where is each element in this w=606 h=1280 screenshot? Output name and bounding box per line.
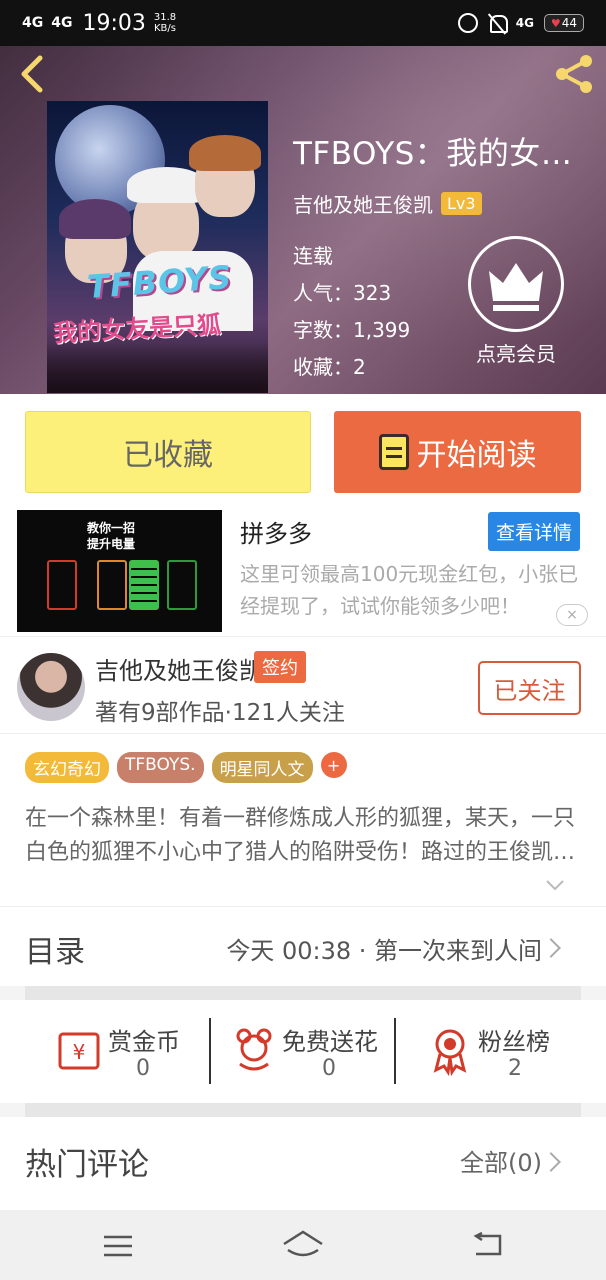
svg-text:¥: ¥ [73,1040,86,1064]
author-card[interactable]: 吉他及她王俊凯 签约 著有9部作品·121人关注 已关注 [0,636,606,734]
battery-mid-icon [97,560,127,610]
reward-coins-button[interactable]: ¥ 赏金币 0 [52,1018,202,1088]
chevron-left-icon [21,55,43,93]
signal-icon-2: 4G [51,15,73,31]
book-header: 4G 4G 19:03 31.8 KB/s 4G ♥ 44 TFBOYS 我的女… [0,0,606,394]
share-icon [556,55,592,93]
back-icon[interactable] [472,1232,504,1258]
ad-close-button[interactable]: × [556,604,588,626]
tag[interactable]: 明星同人文 [211,752,313,783]
fan-ranking-button[interactable]: 粉丝榜 2 [428,1018,568,1088]
reward-flowers-label: 免费送花 [282,1028,378,1056]
medal-icon [433,1029,467,1076]
ad-banner[interactable]: 教你一招 提升电量 拼多多 查看详情 这里可领最高100元现金红包，小张已经提现… [0,502,606,636]
start-reading-button[interactable]: 开始阅读 [334,411,581,493]
book-author[interactable]: 吉他及她王俊凯 [293,189,433,218]
share-button[interactable] [552,52,596,96]
collected-button[interactable]: 已收藏 [25,411,311,493]
home-icon[interactable] [282,1230,324,1260]
flower-icon [236,1028,272,1071]
coin-icon: ¥ [58,1032,100,1070]
ad-description: 这里可领最高100元现金红包，小张已经提现了，试试你能领多少吧！ [240,562,579,618]
vip-button[interactable]: 点亮会员 [466,236,566,367]
menu-icon[interactable] [103,1234,133,1258]
reward-coins-label: 赏金币 [108,1028,180,1056]
book-title: TFBOYS：我的女友是… [293,136,593,172]
network-type: 4G [515,16,534,30]
section-divider [25,986,581,1000]
section-divider [25,1103,581,1117]
hot-comments-label: 热门评论 [25,1147,149,1183]
ad-image-text: 教你一招 提升电量 [87,521,136,551]
add-tag-button[interactable]: + [320,752,347,778]
signed-badge: 签约 [254,651,306,683]
crown-icon [489,263,543,311]
chevron-right-icon [541,938,561,958]
mute-icon [488,13,508,33]
latest-chapter: 今天 00:38 · 第一次来到人间 [226,937,542,965]
cover-figure-hair [59,199,131,239]
catalog-row[interactable]: 目录 今天 00:38 · 第一次来到人间 [0,906,606,986]
battery-full-icon [129,560,159,610]
reward-flowers-button[interactable]: 免费送花 0 [230,1018,390,1088]
vip-label: 点亮会员 [476,342,556,366]
battery-indicator: ♥ 44 [544,14,584,32]
alarm-icon [457,13,478,33]
divider [394,1018,396,1084]
book-author-row[interactable]: 吉他及她王俊凯 Lv3 [293,189,593,218]
tag-list: 玄幻奇幻 TFBOYS. 明星同人文 + [25,752,347,783]
tag[interactable]: TFBOYS. [117,752,204,783]
author-name[interactable]: 吉他及她王俊凯 [95,651,263,686]
cover-foreground [47,343,268,393]
action-bar: 已收藏 开始阅读 [0,394,606,502]
network-speed: 31.8 KB/s [153,12,177,34]
fan-ranking-label: 粉丝榜 [478,1028,550,1056]
system-nav-bar [0,1210,606,1280]
rewards-bar: ¥ 赏金币 0 免费送花 0 粉丝榜 2 [0,1000,606,1103]
tags-and-description: 玄幻奇幻 TFBOYS. 明星同人文 + 在一个森林里！有着一群修炼成人形的狐狸… [0,734,606,906]
ad-image[interactable]: 教你一招 提升电量 [17,510,222,632]
clock: 19:03 [82,10,146,36]
book-cover[interactable]: TFBOYS 我的女友是只狐 [47,101,268,393]
divider [209,1018,211,1084]
catalog-label: 目录 [25,935,85,970]
ad-title: 拼多多 [240,520,312,548]
author-avatar[interactable] [17,653,85,721]
ad-detail-button[interactable]: 查看详情 [488,512,581,551]
hot-comments-row[interactable]: 热门评论 全部(0) [0,1117,606,1210]
start-reading-label: 开始阅读 [416,438,537,473]
tag[interactable]: 玄幻奇幻 [25,752,109,783]
book-description[interactable]: 在一个森林里！有着一群修炼成人形的狐狸，某天，一只白色的狐狸不小心中了猎人的陷阱… [25,802,580,870]
cover-subtitle: 我的女友是只狐 [52,310,222,348]
battery-low-icon [47,560,77,610]
status-bar: 4G 4G 19:03 31.8 KB/s 4G ♥ 44 [0,0,606,46]
all-comments-link[interactable]: 全部(0) [460,1143,542,1178]
heart-icon: ♥ [550,16,561,30]
chevron-right-icon [541,1152,561,1172]
chevron-down-icon[interactable] [544,874,566,896]
book-icon [378,434,409,470]
back-button[interactable] [14,54,54,94]
crown-badge [468,236,564,332]
cover-figure-hair [189,135,261,171]
author-stats: 著有9部作品·121人关注 [95,700,345,726]
follow-button[interactable]: 已关注 [478,661,581,715]
reward-coins-value: 0 [136,1056,150,1081]
signal-icon-1: 4G [22,15,44,31]
reward-flowers-value: 0 [322,1056,336,1081]
battery-charged-icon [167,560,197,610]
author-level-badge: Lv3 [441,192,482,215]
fan-ranking-value: 2 [508,1056,522,1081]
